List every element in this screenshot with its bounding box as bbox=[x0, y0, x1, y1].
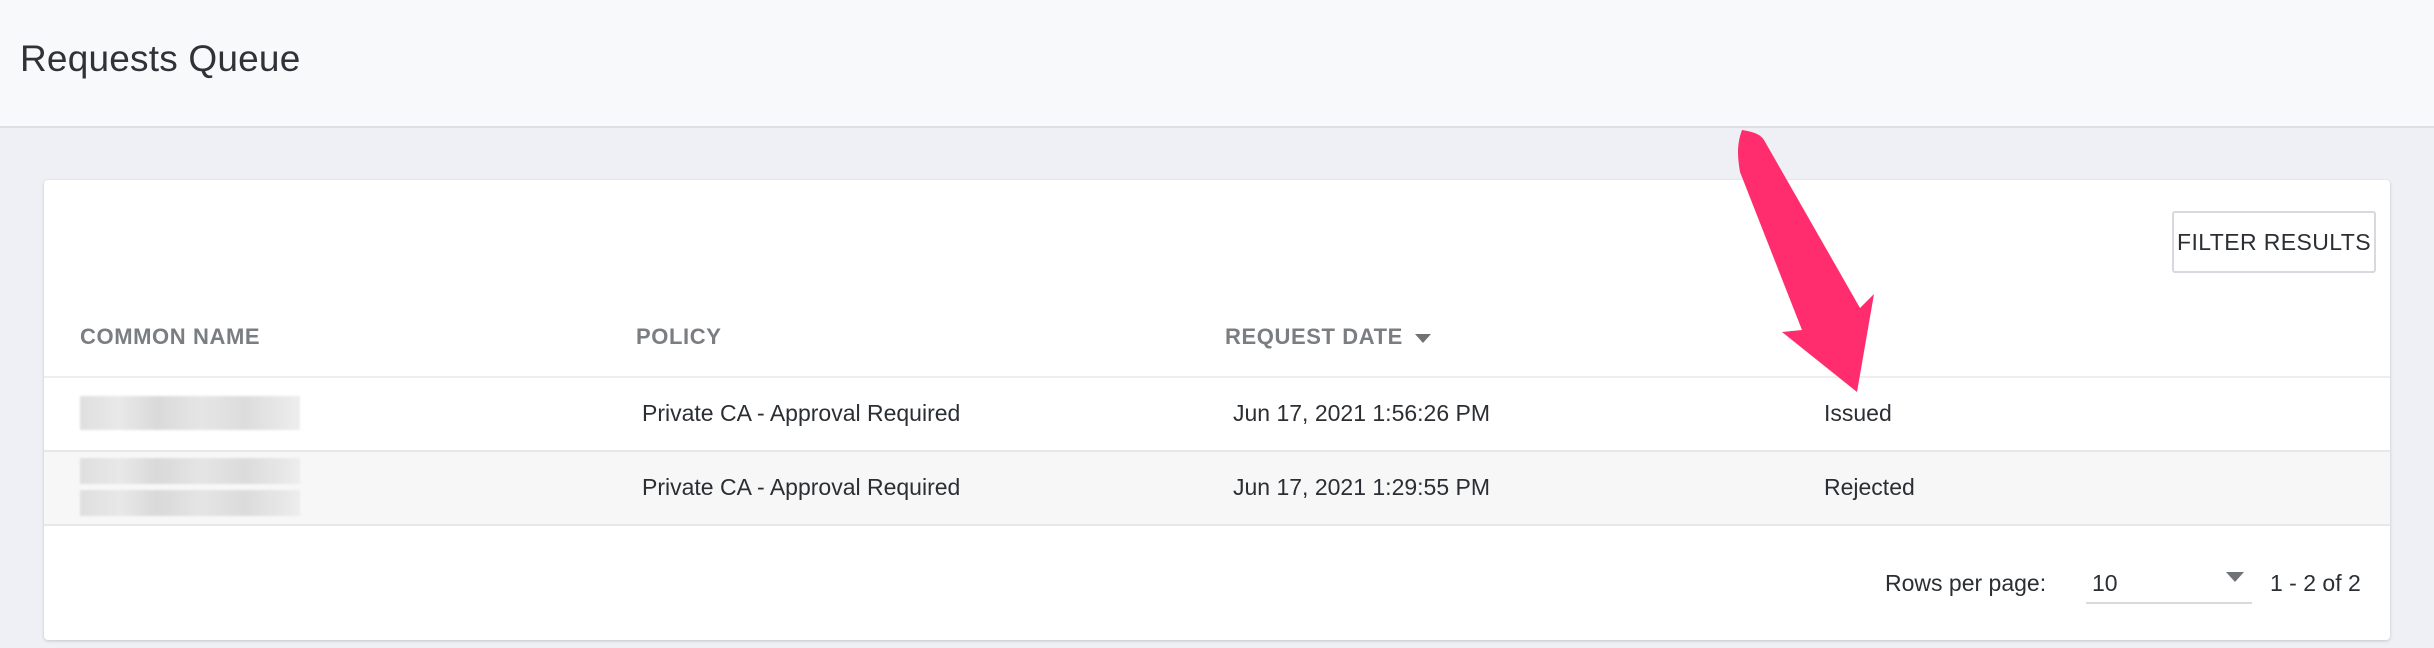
column-header-request-date-label: REQUEST DATE bbox=[1225, 324, 1403, 349]
rows-per-page-value: 10 bbox=[2092, 570, 2118, 596]
filter-results-button[interactable]: FILTER RESULTS bbox=[2172, 211, 2376, 273]
top-bar: Requests Queue bbox=[0, 0, 2434, 128]
redacted-common-name bbox=[80, 458, 300, 484]
table-row[interactable]: Private CA - Approval Required Jun 17, 2… bbox=[44, 378, 2390, 452]
column-header-policy[interactable]: POLICY bbox=[636, 324, 722, 350]
column-header-request-date[interactable]: REQUEST DATE bbox=[1225, 324, 1431, 350]
status-cell: Rejected bbox=[1824, 474, 1915, 500]
table-row[interactable]: Private CA - Approval Required Jun 17, 2… bbox=[44, 452, 2390, 526]
pagination-range: 1 - 2 of 2 bbox=[2270, 570, 2361, 596]
redacted-common-name bbox=[80, 396, 300, 430]
column-header-status[interactable]: TUS bbox=[1803, 324, 1849, 350]
requests-table-card: FILTER RESULTS COMMON NAME POLICY REQUES… bbox=[44, 180, 2390, 640]
page-title: Requests Queue bbox=[20, 38, 301, 79]
policy-cell: Private CA - Approval Required bbox=[642, 474, 961, 500]
column-header-common-name[interactable]: COMMON NAME bbox=[80, 324, 260, 350]
request-date-cell: Jun 17, 2021 1:56:26 PM bbox=[1233, 400, 1491, 426]
chevron-down-icon bbox=[2226, 572, 2244, 582]
request-date-cell: Jun 17, 2021 1:29:55 PM bbox=[1233, 474, 1491, 500]
redacted-common-name bbox=[80, 490, 300, 516]
rows-per-page-select[interactable]: 10 bbox=[2086, 558, 2252, 604]
sort-descending-icon bbox=[1414, 333, 1431, 343]
status-cell: Issued bbox=[1824, 400, 1892, 426]
policy-cell: Private CA - Approval Required bbox=[642, 400, 961, 426]
rows-per-page-label: Rows per page: bbox=[1885, 570, 2047, 596]
